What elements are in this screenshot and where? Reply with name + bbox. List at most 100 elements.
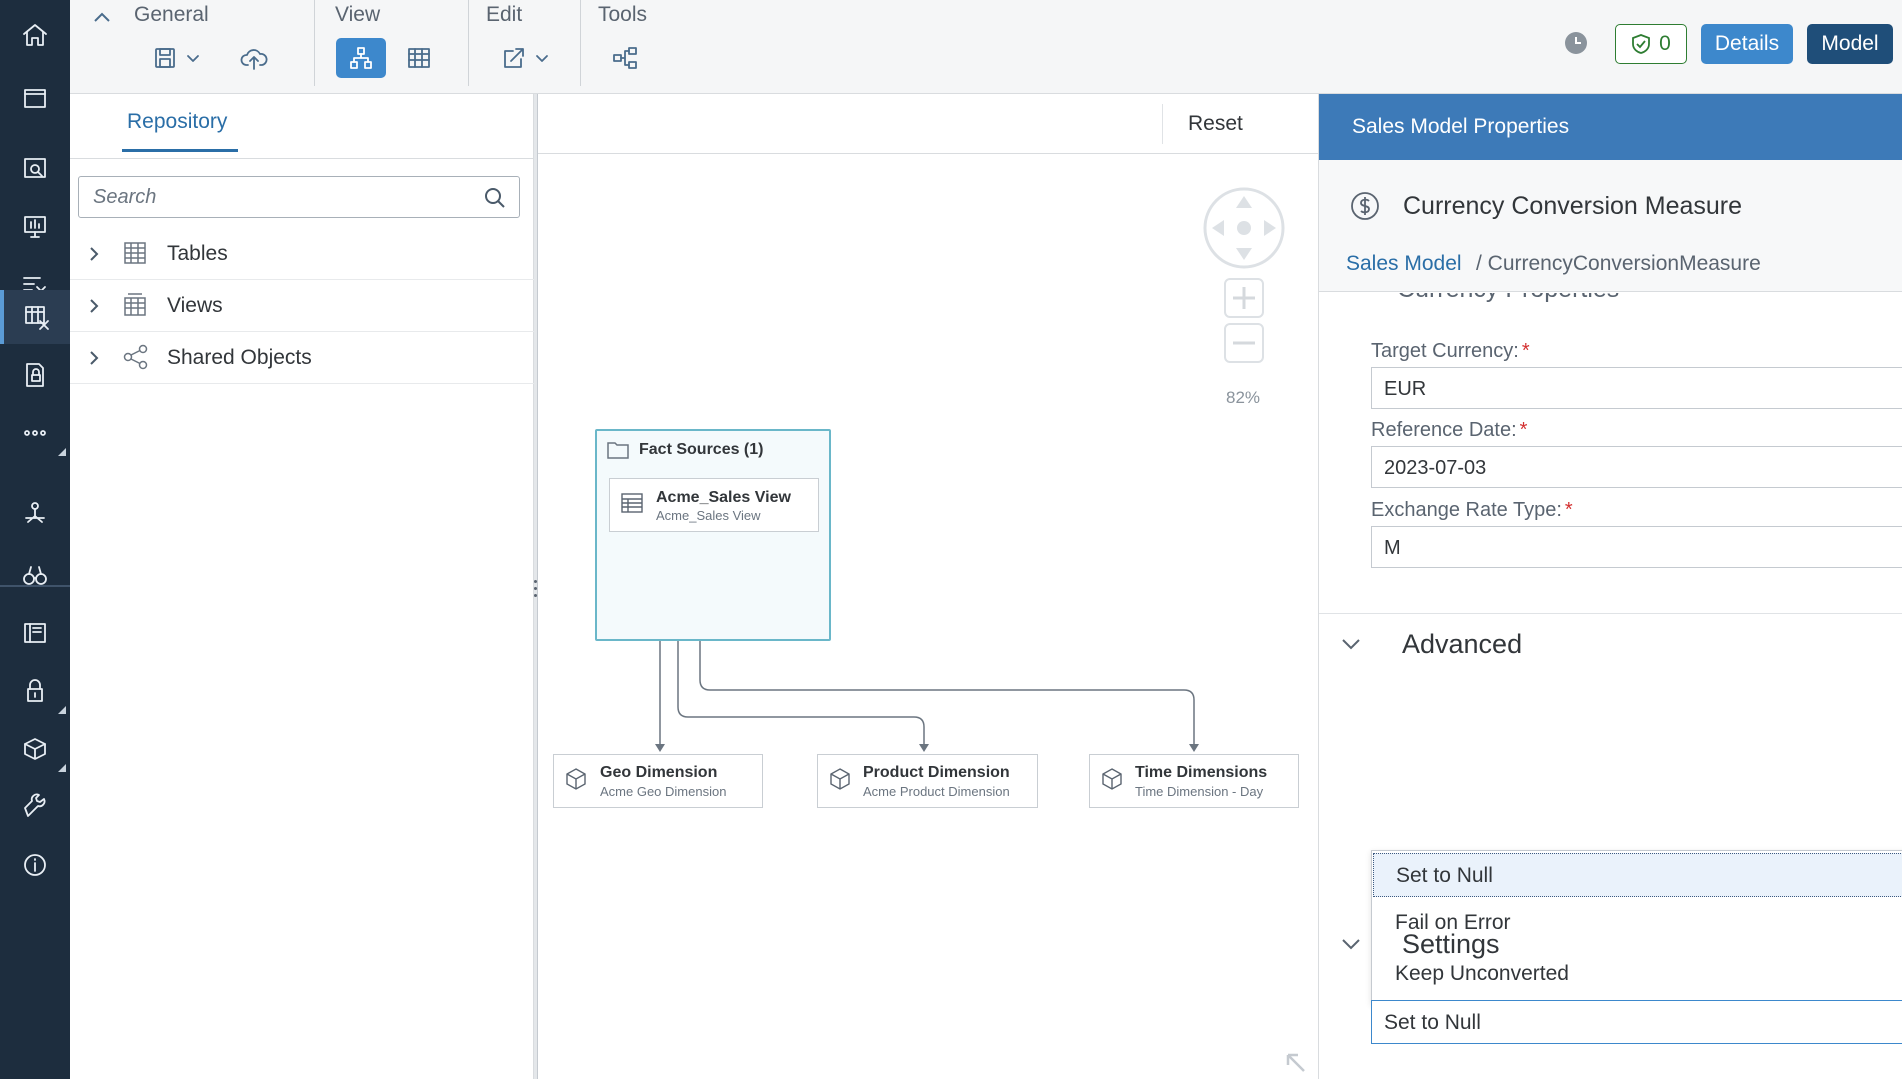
tree-item-tables[interactable]: Tables bbox=[70, 228, 534, 280]
divider bbox=[70, 158, 534, 159]
collapse-toolbar-button[interactable] bbox=[92, 10, 112, 24]
dimension-node-product[interactable]: Product Dimension Acme Product Dimension bbox=[817, 754, 1038, 808]
tree-item-label: Shared Objects bbox=[167, 346, 312, 369]
expand-indicator bbox=[58, 448, 66, 456]
properties-body: Currency Properties Target Currency:* EU… bbox=[1319, 293, 1902, 1079]
reset-button[interactable]: Reset bbox=[1188, 112, 1243, 136]
home-icon bbox=[23, 24, 47, 46]
save-options-chevron[interactable] bbox=[186, 53, 200, 63]
export-options-chevron[interactable] bbox=[535, 53, 549, 63]
search-input[interactable] bbox=[79, 177, 469, 217]
files-nav-button[interactable] bbox=[0, 63, 70, 133]
chevron-down-icon bbox=[536, 55, 548, 62]
fact-sources-title: Fact Sources (1) bbox=[639, 441, 764, 458]
wrench-icon bbox=[24, 793, 46, 817]
view-table-icon bbox=[620, 491, 644, 515]
breadcrumb-link[interactable]: Sales Model bbox=[1346, 252, 1462, 276]
fact-sources-container[interactable]: Fact Sources (1) Acme_Sales View Acme_Sa… bbox=[595, 429, 831, 641]
expand-views-button[interactable] bbox=[88, 297, 100, 315]
home-nav-button[interactable] bbox=[0, 0, 70, 70]
target-currency-input[interactable]: EUR bbox=[1371, 367, 1902, 409]
dropdown-option-set-to-null[interactable]: Set to Null bbox=[1373, 853, 1902, 897]
section-title: Advanced bbox=[1402, 629, 1523, 659]
info-nav-button[interactable] bbox=[0, 830, 70, 900]
toolbar-group-tools: Tools bbox=[581, 0, 701, 94]
toolbar-group-view: View bbox=[315, 0, 470, 94]
history-button[interactable] bbox=[1562, 29, 1590, 57]
properties-panel: Sales Model Properties Currency Conversi… bbox=[1318, 94, 1902, 1079]
more-nav-button[interactable] bbox=[0, 398, 70, 468]
chevron-right-icon bbox=[90, 299, 99, 313]
data-lineage-button[interactable] bbox=[603, 38, 647, 78]
details-button[interactable]: Details bbox=[1701, 24, 1793, 64]
search-button[interactable] bbox=[483, 186, 507, 210]
chevron-right-icon bbox=[90, 247, 99, 261]
node-title: Geo Dimension bbox=[600, 764, 718, 781]
grid-view-button[interactable] bbox=[397, 38, 441, 78]
save-button[interactable] bbox=[146, 38, 206, 78]
object-header: Currency Conversion Measure Sales Model … bbox=[1319, 160, 1902, 292]
dimension-node-time[interactable]: Time Dimensions Time Dimension - Day bbox=[1089, 754, 1299, 808]
packages-icon bbox=[24, 738, 46, 760]
zoom-in-button[interactable] bbox=[1224, 278, 1264, 318]
cube-icon bbox=[564, 767, 588, 791]
modeler-icon bbox=[25, 306, 49, 330]
book-icon bbox=[24, 623, 46, 643]
tree-item-label: Tables bbox=[167, 242, 228, 265]
properties-header: Sales Model Properties bbox=[1319, 94, 1902, 160]
connections-nav-button[interactable] bbox=[0, 478, 70, 548]
divider bbox=[1162, 104, 1163, 144]
tree-item-shared-objects[interactable]: Shared Objects bbox=[70, 332, 534, 384]
lock-icon bbox=[27, 679, 43, 702]
breadcrumb-current: / CurrencyConversionMeasure bbox=[1476, 252, 1761, 275]
search-icon bbox=[485, 188, 505, 208]
presentation-icon bbox=[24, 216, 46, 238]
zoom-level: 82% bbox=[1226, 388, 1261, 407]
publish-button[interactable] bbox=[232, 38, 276, 78]
header-actions: 0 Details Model bbox=[1615, 24, 1902, 64]
cloud-upload-icon bbox=[240, 49, 268, 70]
properties-title: Sales Model Properties bbox=[1352, 115, 1570, 138]
model-canvas[interactable]: Reset 82% Fact Sources (1) Acme_Sales Vi… bbox=[538, 94, 1318, 1079]
section-divider bbox=[1319, 613, 1902, 614]
dimension-node-geo[interactable]: Geo Dimension Acme Geo Dimension bbox=[553, 754, 763, 808]
collapse-corner-button[interactable] bbox=[1282, 1049, 1308, 1075]
zoom-out-button[interactable] bbox=[1224, 323, 1264, 363]
chevron-right-icon bbox=[90, 351, 99, 365]
folder-icon bbox=[24, 89, 46, 108]
object-title: Currency Conversion Measure bbox=[1403, 192, 1743, 220]
toolbar-group-general: General bbox=[70, 0, 314, 94]
tab-repository[interactable]: Repository bbox=[127, 110, 227, 134]
more-icon bbox=[24, 430, 46, 436]
fact-source-node[interactable]: Acme_Sales View Acme_Sales View bbox=[609, 478, 819, 532]
validation-badge-button[interactable]: 0 bbox=[1615, 24, 1687, 64]
pan-control[interactable] bbox=[1202, 186, 1286, 270]
expand-shared-objects-button[interactable] bbox=[88, 349, 100, 367]
expand-indicator bbox=[58, 764, 66, 772]
node-subtitle: Acme_Sales View bbox=[656, 508, 761, 523]
reference-date-input[interactable]: 2023-07-03 bbox=[1371, 446, 1902, 488]
node-subtitle: Acme Product Dimension bbox=[863, 784, 1010, 799]
search-field bbox=[78, 176, 520, 218]
cube-icon bbox=[1100, 767, 1124, 791]
export-button[interactable] bbox=[489, 38, 561, 78]
minus-icon bbox=[1224, 323, 1264, 363]
modeler-nav-button[interactable] bbox=[0, 290, 70, 344]
conversion-error-select[interactable]: Set to Null bbox=[1371, 1000, 1902, 1044]
expand-indicator bbox=[58, 706, 66, 714]
diagram-view-button[interactable] bbox=[336, 38, 386, 78]
tree-item-views[interactable]: Views bbox=[70, 280, 534, 332]
canvas-toolbar: Reset bbox=[538, 94, 1318, 154]
clock-icon bbox=[1565, 32, 1587, 54]
pan-arrows-icon bbox=[1203, 187, 1285, 269]
lineage-icon bbox=[613, 47, 637, 69]
plus-icon bbox=[1224, 278, 1264, 318]
toolbar-group-label: General bbox=[134, 3, 209, 26]
section-title-currency-properties: Currency Properties bbox=[1397, 293, 1619, 304]
model-button[interactable]: Model bbox=[1807, 24, 1893, 64]
exchange-rate-type-input[interactable]: M bbox=[1371, 526, 1902, 568]
folder-icon bbox=[607, 441, 629, 459]
node-title: Product Dimension bbox=[863, 764, 1010, 781]
field-label-target-currency: Target Currency: * bbox=[1371, 340, 1530, 362]
expand-tables-button[interactable] bbox=[88, 245, 100, 263]
